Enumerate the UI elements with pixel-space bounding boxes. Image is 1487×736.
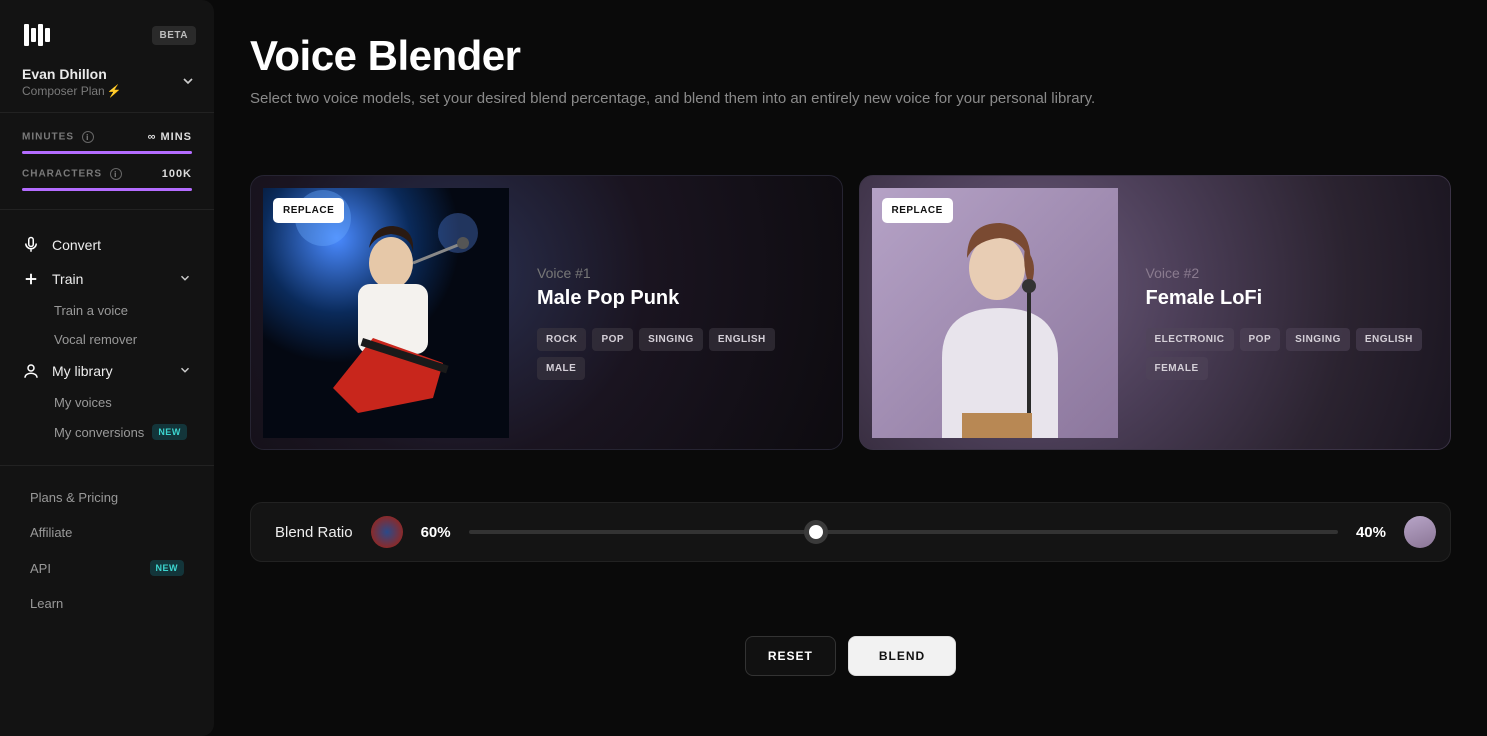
- nav-my-library[interactable]: My library: [12, 354, 202, 388]
- voice-cards: REPLACE Voice #: [250, 175, 1451, 450]
- voice-1-tags: ROCK POP SINGING ENGLISH MALE: [537, 328, 814, 380]
- characters-label: CHARACTERS i: [22, 168, 122, 180]
- blend-button[interactable]: BLEND: [848, 636, 956, 676]
- blend-left-pct: 60%: [421, 524, 451, 541]
- user-name: Evan Dhillon: [22, 66, 122, 82]
- tag: POP: [592, 328, 633, 351]
- tag: ELECTRONIC: [1146, 328, 1234, 351]
- usage-panel: MINUTES i ∞ MINS CHARACTERS i 100K: [0, 113, 214, 210]
- blend-ratio-bar: Blend Ratio 60% 40%: [250, 502, 1451, 562]
- nav-my-library-label: My library: [52, 363, 113, 379]
- beta-badge: BETA: [152, 26, 196, 45]
- voice-2-avatar-icon: [1404, 516, 1436, 548]
- minutes-bar: [22, 151, 192, 154]
- blend-slider-thumb[interactable]: [804, 520, 828, 544]
- nav-vocal-remover[interactable]: Vocal remover: [12, 325, 202, 354]
- primary-nav: Convert Train Train a voice Vocal remove…: [0, 210, 214, 466]
- nav-my-voices[interactable]: My voices: [12, 388, 202, 417]
- minutes-value: ∞ MINS: [148, 131, 192, 143]
- sidebar-footer: Plans & Pricing Affiliate API NEW Learn: [0, 466, 214, 635]
- user-menu[interactable]: Evan Dhillon Composer Plan ⚡: [0, 66, 214, 113]
- microphone-icon: [22, 236, 40, 254]
- voice-1-name: Male Pop Punk: [537, 287, 814, 310]
- voice-1-image: REPLACE: [263, 188, 509, 438]
- voice-2-name: Female LoFi: [1146, 287, 1423, 310]
- nav-train-a-voice[interactable]: Train a voice: [12, 296, 202, 325]
- nav-learn[interactable]: Learn: [12, 586, 202, 621]
- blend-right-pct: 40%: [1356, 524, 1386, 541]
- voice-card-2: REPLACE Voice #2 Female LoFi: [859, 175, 1452, 450]
- tag: MALE: [537, 357, 585, 380]
- nav-api[interactable]: API NEW: [12, 550, 202, 586]
- tag: SINGING: [639, 328, 703, 351]
- nav-my-conversions[interactable]: My conversions NEW: [12, 417, 202, 447]
- plus-icon: [22, 270, 40, 288]
- chevron-down-icon: [180, 73, 196, 92]
- new-badge: NEW: [152, 424, 187, 440]
- voice-1-avatar-icon: [371, 516, 403, 548]
- voice-2-image: REPLACE: [872, 188, 1118, 438]
- tag: ROCK: [537, 328, 586, 351]
- blend-slider[interactable]: [469, 530, 1338, 534]
- nav-train-label: Train: [52, 271, 83, 287]
- voice-1-slot-label: Voice #1: [537, 265, 814, 281]
- nav-convert-label: Convert: [52, 237, 101, 253]
- bolt-icon: ⚡: [107, 84, 122, 98]
- info-icon[interactable]: i: [110, 168, 122, 180]
- tag: ENGLISH: [1356, 328, 1422, 351]
- main-content: Voice Blender Select two voice models, s…: [214, 0, 1487, 736]
- page-title: Voice Blender: [250, 32, 1451, 80]
- info-icon[interactable]: i: [82, 131, 94, 143]
- chevron-down-icon: [178, 271, 192, 288]
- replace-voice-1-button[interactable]: REPLACE: [273, 198, 344, 223]
- voice-card-1: REPLACE Voice #: [250, 175, 843, 450]
- tag: POP: [1240, 328, 1281, 351]
- voice-2-tags: ELECTRONIC POP SINGING ENGLISH FEMALE: [1146, 328, 1423, 380]
- replace-voice-2-button[interactable]: REPLACE: [882, 198, 953, 223]
- singer-guitar-illustration-icon: [263, 188, 509, 438]
- nav-affiliate[interactable]: Affiliate: [12, 515, 202, 550]
- user-plan: Composer Plan ⚡: [22, 84, 122, 98]
- tag: SINGING: [1286, 328, 1350, 351]
- tag: ENGLISH: [709, 328, 775, 351]
- blend-ratio-label: Blend Ratio: [275, 524, 353, 541]
- chevron-down-icon: [178, 363, 192, 380]
- new-badge: NEW: [150, 560, 185, 576]
- person-icon: [22, 362, 40, 380]
- nav-convert[interactable]: Convert: [12, 228, 202, 262]
- sidebar-top: BETA: [0, 0, 214, 66]
- app-logo-icon: [24, 24, 50, 46]
- reset-button[interactable]: RESET: [745, 636, 836, 676]
- nav-plans-pricing[interactable]: Plans & Pricing: [12, 480, 202, 515]
- page-subtitle: Select two voice models, set your desire…: [250, 90, 1451, 107]
- action-buttons: RESET BLEND: [250, 636, 1451, 676]
- voice-2-slot-label: Voice #2: [1146, 265, 1423, 281]
- nav-train[interactable]: Train: [12, 262, 202, 296]
- singer-mic-illustration-icon: [872, 188, 1118, 438]
- tag: FEMALE: [1146, 357, 1208, 380]
- minutes-label: MINUTES i: [22, 131, 94, 143]
- sidebar: BETA Evan Dhillon Composer Plan ⚡ MINUTE…: [0, 0, 214, 736]
- characters-bar: [22, 188, 192, 191]
- characters-value: 100K: [162, 168, 192, 180]
